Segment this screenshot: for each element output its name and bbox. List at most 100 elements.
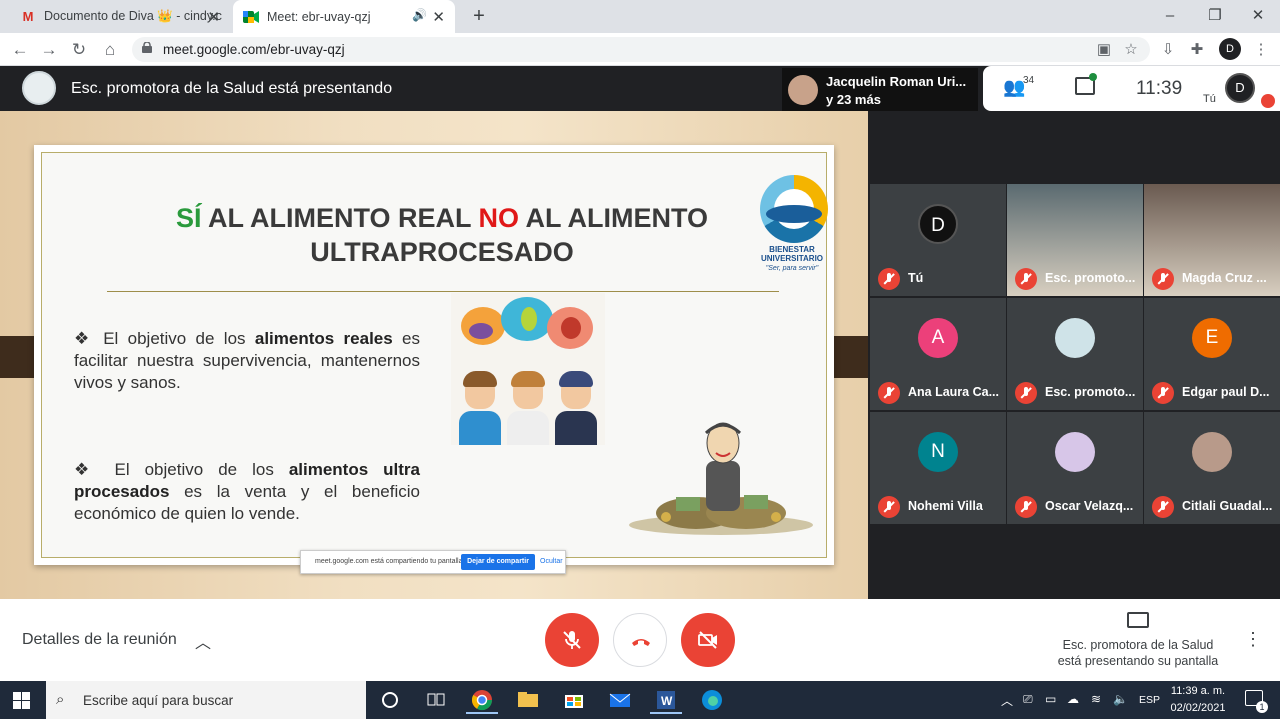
- forward-button[interactable]: →: [37, 38, 61, 62]
- participant-tile[interactable]: N Nohemi Villa: [870, 412, 1006, 524]
- participant-name: Edgar paul D...: [1182, 385, 1270, 399]
- logo-text: BIENESTAR UNIVERSITARIO: [760, 245, 824, 263]
- extension-icon[interactable]: ⇩: [1158, 40, 1178, 60]
- present-screen-icon[interactable]: [1127, 612, 1149, 628]
- battery-icon[interactable]: ▭: [1045, 692, 1056, 706]
- participant-count: 34: [1023, 75, 1035, 86]
- self-label: Tú: [1203, 93, 1216, 105]
- hide-notice-button[interactable]: Ocultar: [540, 558, 563, 565]
- puzzle-icon[interactable]: ✚: [1187, 40, 1207, 60]
- edge-icon[interactable]: [696, 686, 728, 714]
- participant-grid: D Tú Esc. promoto... Magda Cruz ... A Ana Lau…: [868, 111, 1280, 599]
- share-notice-text: meet.google.com está compartiendo tu pan…: [315, 558, 465, 565]
- volume-icon[interactable]: 🔈: [1113, 692, 1128, 706]
- taskbar-date[interactable]: 02/02/2021: [1168, 702, 1228, 714]
- hang-up-button[interactable]: [613, 613, 667, 667]
- participant-tile[interactable]: A Ana Laura Ca...: [870, 298, 1006, 410]
- bienestar-logo: BIENESTAR UNIVERSITARIO "Ser, para servi…: [752, 175, 832, 275]
- participant-name: Tú: [908, 271, 924, 285]
- slide-frame: SÍ AL ALIMENTO REAL NO AL ALIMENTO ULTRA…: [41, 152, 828, 558]
- more-options-icon[interactable]: ⋮: [1244, 629, 1262, 650]
- file-explorer-icon[interactable]: [512, 686, 544, 714]
- participant-tile[interactable]: Oscar Velazq...: [1007, 412, 1143, 524]
- wifi-icon[interactable]: ≋: [1091, 692, 1101, 706]
- speaker-icon[interactable]: 🔊: [412, 8, 427, 22]
- chat-notification-dot: [1089, 73, 1097, 81]
- close-tab-icon[interactable]: ✕: [432, 8, 445, 26]
- participant-avatar: D: [918, 204, 958, 244]
- presenting-banner: Esc. promotora de la Salud está presenta…: [71, 80, 393, 97]
- participant-avatar: A: [918, 318, 958, 358]
- self-avatar[interactable]: D: [1225, 73, 1255, 103]
- tab-title: Documento de Diva 👑 - cindy.c: [44, 9, 222, 23]
- cortana-icon[interactable]: [374, 686, 406, 714]
- mic-off-icon: [878, 268, 900, 290]
- close-tab-icon[interactable]: ✕: [207, 8, 220, 26]
- slide: SÍ AL ALIMENTO REAL NO AL ALIMENTO ULTRA…: [34, 145, 834, 565]
- notification-count: 1: [1256, 701, 1268, 713]
- presenter-avatar: [22, 71, 56, 105]
- meet-now-icon[interactable]: ⎚: [1023, 692, 1033, 707]
- chevron-up-icon[interactable]: ︿: [195, 629, 211, 653]
- system-tray: ︿ ⎚ ▭ ☁ ≋ 🔈 ESP 11:39 a. m. 02/02/2021 1: [995, 681, 1280, 719]
- participant-tile[interactable]: Magda Cruz ...: [1144, 184, 1280, 296]
- participant-tile[interactable]: E Edgar paul D...: [1144, 298, 1280, 410]
- presentation-stage: SÍ AL ALIMENTO REAL NO AL ALIMENTO ULTRA…: [0, 111, 868, 599]
- cloud-icon[interactable]: ☁: [1067, 692, 1079, 706]
- participant-name: Oscar Velazq...: [1045, 499, 1134, 513]
- mic-off-icon: [1152, 268, 1174, 290]
- participant-tile[interactable]: Citlali Guadal...: [1144, 412, 1280, 524]
- reload-button[interactable]: ↻: [67, 38, 91, 62]
- slide-title: SÍ AL ALIMENTO REAL NO AL ALIMENTO ULTRA…: [175, 203, 709, 267]
- lock-icon: [142, 42, 152, 53]
- close-window-button[interactable]: ✕: [1238, 4, 1278, 28]
- home-button[interactable]: ⌂: [98, 38, 122, 62]
- money-man-illustration: [629, 422, 813, 535]
- word-icon[interactable]: W: [650, 686, 682, 714]
- tab-meet[interactable]: Meet: ebr-uvay-qzj 🔊 ✕: [233, 0, 455, 33]
- participant-name: Ana Laura Ca...: [908, 385, 999, 399]
- mic-toggle-button[interactable]: [545, 613, 599, 667]
- windows-start-icon[interactable]: [13, 692, 30, 709]
- restore-button[interactable]: ❐: [1195, 4, 1235, 28]
- participant-tile[interactable]: Esc. promoto...: [1007, 184, 1143, 296]
- food-kids-illustration: [451, 293, 605, 445]
- meeting-details-button[interactable]: Detalles de la reunión: [22, 631, 177, 649]
- bookmark-star-icon[interactable]: ☆: [1121, 40, 1141, 60]
- slide-divider: [107, 291, 779, 292]
- meet-top-controls: 👥 34 11:39 D Tú: [983, 66, 1280, 111]
- camera-blocked-icon[interactable]: ▣: [1094, 40, 1114, 60]
- address-bar[interactable]: meet.google.com/ebr-uvay-qzj: [132, 37, 1150, 62]
- mic-off-icon: [1152, 382, 1174, 404]
- participant-name: Citlali Guadal...: [1182, 499, 1273, 513]
- logo-slogan: "Ser, para servir": [765, 265, 819, 272]
- store-icon[interactable]: [558, 686, 590, 714]
- minimize-button[interactable]: –: [1150, 4, 1190, 28]
- others-name: Jacquelin Roman Uri...: [826, 74, 967, 89]
- language-indicator[interactable]: ESP: [1139, 694, 1160, 706]
- task-view-icon[interactable]: [420, 686, 452, 714]
- new-tab-button[interactable]: +: [468, 5, 490, 27]
- profile-avatar[interactable]: D: [1219, 38, 1241, 60]
- participant-avatar: N: [918, 432, 958, 472]
- others-chip[interactable]: Jacquelin Roman Uri... y 23 más: [782, 68, 978, 111]
- search-placeholder: Escribe aquí para buscar: [83, 693, 234, 708]
- stop-sharing-button[interactable]: Dejar de compartir: [461, 554, 535, 570]
- tab-documento[interactable]: M Documento de Diva 👑 - cindy.c ✕: [12, 0, 230, 33]
- meeting-clock: 11:39: [1136, 78, 1183, 99]
- windows-taskbar: ⌕ Escribe aquí para buscar W ︿ ⎚ ▭ ☁ ≋ 🔈…: [0, 681, 1280, 719]
- taskbar-search[interactable]: ⌕ Escribe aquí para buscar: [46, 681, 366, 719]
- participant-avatar: E: [1192, 318, 1232, 358]
- taskbar-time[interactable]: 11:39 a. m.: [1168, 685, 1228, 697]
- chrome-icon[interactable]: [466, 686, 498, 714]
- participant-tile[interactable]: Esc. promoto...: [1007, 298, 1143, 410]
- menu-icon[interactable]: ⋮: [1251, 40, 1271, 60]
- gmail-icon: M: [22, 9, 34, 24]
- camera-toggle-button[interactable]: [681, 613, 735, 667]
- chevron-up-icon[interactable]: ︿: [1001, 692, 1013, 709]
- participant-tile[interactable]: D Tú: [870, 184, 1006, 296]
- mail-icon[interactable]: [604, 686, 636, 714]
- participant-avatar: [1055, 318, 1095, 358]
- back-button[interactable]: ←: [8, 38, 32, 62]
- presenting-status: Esc. promotora de la Salud está presentan…: [1057, 638, 1219, 668]
